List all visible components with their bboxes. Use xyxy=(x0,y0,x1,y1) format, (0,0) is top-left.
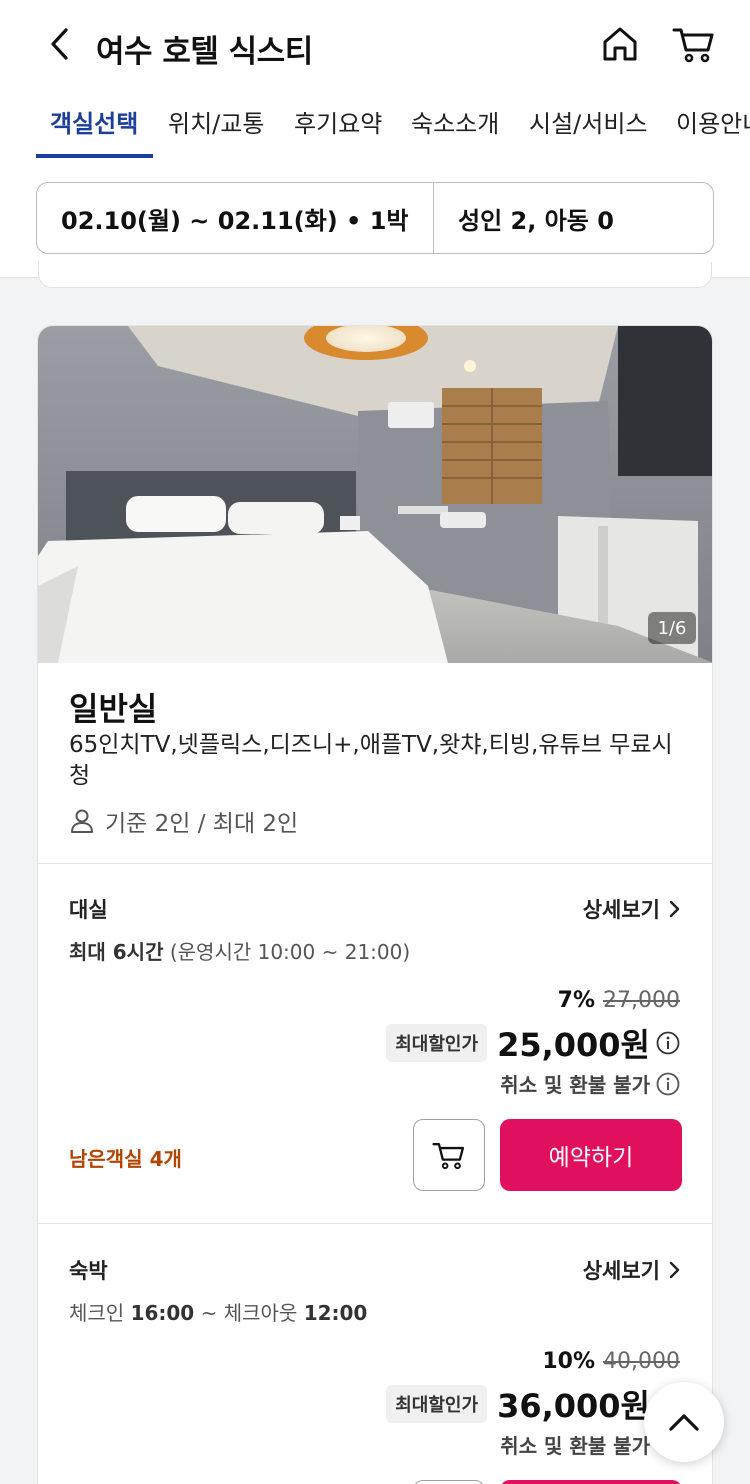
detail-label: 상세보기 xyxy=(582,898,660,922)
chevron-right-icon xyxy=(668,1261,680,1279)
tab-room-select[interactable]: 객실선택 xyxy=(50,104,138,160)
cart-icon xyxy=(672,28,714,63)
sale-price: 36,000원 xyxy=(497,1387,650,1425)
option-detail-link[interactable]: 상세보기 xyxy=(583,1255,680,1285)
refund-policy: 취소 및 환불 불가 xyxy=(500,1069,680,1098)
chevron-left-icon xyxy=(51,28,68,60)
checkout-label: 체크아웃 xyxy=(223,1301,298,1325)
divider xyxy=(38,1223,712,1224)
tab-review-summary[interactable]: 후기요약 xyxy=(294,104,382,160)
checkin-time: 16:00 xyxy=(130,1301,195,1325)
photo-counter: 1/6 xyxy=(648,612,696,644)
active-tab-indicator xyxy=(36,154,153,158)
reserve-button[interactable] xyxy=(500,1480,682,1484)
home-icon xyxy=(603,27,637,61)
time-suffix: (운영시간 10:00 ~ 21:00) xyxy=(169,940,411,964)
tab-introduction[interactable]: 숙소소개 xyxy=(411,104,499,160)
add-to-cart-button[interactable] xyxy=(413,1480,485,1484)
detail-label: 상세보기 xyxy=(582,1259,660,1283)
option-title: 숙박 xyxy=(69,1259,108,1283)
tab-usage-guide[interactable]: 이용안내 xyxy=(676,104,750,160)
cart-icon xyxy=(432,1143,465,1170)
price-discount-row: 10% 40,000 xyxy=(542,1349,680,1374)
guest-selector[interactable]: 성인 2, 아동 0 xyxy=(434,183,713,253)
max-discount-badge: 최대할인가 xyxy=(386,1385,488,1423)
option-time: 최대 6시간 (운영시간 10:00 ~ 21:00) xyxy=(69,936,410,965)
date-selector[interactable]: 02.10(월) ~ 02.11(화) • 1박 xyxy=(37,183,434,253)
refund-text: 취소 및 환불 불가 xyxy=(500,1434,650,1458)
search-conditions: 02.10(월) ~ 02.11(화) • 1박 성인 2, 아동 0 xyxy=(36,182,714,254)
price-discount-row: 7% 27,000 xyxy=(558,988,680,1013)
room-card: 1/6 일반실 65인치TV,넷플릭스,디즈니+,애플TV,왓챠,티빙,유튜브 … xyxy=(37,325,713,1484)
scroll-to-top-button[interactable] xyxy=(644,1382,724,1462)
time-prefix: 최대 6시간 xyxy=(69,940,164,964)
page-title: 여수 호텔 식스티 xyxy=(96,34,313,70)
capacity-text: 기준 2인 / 최대 2인 xyxy=(105,811,299,837)
tab-facilities[interactable]: 시설/서비스 xyxy=(529,104,648,160)
tilde: ~ xyxy=(200,1301,224,1325)
tab-location[interactable]: 위치/교통 xyxy=(168,104,264,160)
top-header: 여수 호텔 식스티 객실선택 위치/교통 후기요약 숙소소개 시설/서비스 이용… xyxy=(0,0,750,278)
previous-card-edge xyxy=(38,262,712,288)
home-button[interactable] xyxy=(596,20,644,68)
room-photo[interactable]: 1/6 xyxy=(38,326,712,663)
max-discount-badge: 최대할인가 xyxy=(386,1024,488,1062)
option-title: 대실 xyxy=(69,898,108,922)
sale-price: 25,000원 xyxy=(497,1026,650,1064)
checkin-label: 체크인 xyxy=(69,1301,125,1325)
tab-bar: 객실선택 위치/교통 후기요약 숙소소개 시설/서비스 이용안내 xyxy=(0,104,750,160)
sale-price-row: 최대할인가 36,000원 xyxy=(386,1381,680,1427)
person-icon xyxy=(69,808,95,834)
add-to-cart-button[interactable] xyxy=(413,1119,485,1191)
info-icon[interactable] xyxy=(656,1031,680,1055)
chevron-right-icon xyxy=(668,900,680,918)
original-price: 27,000 xyxy=(603,988,680,1013)
room-name: 일반실 xyxy=(69,690,158,728)
room-description: 65인치TV,넷플릭스,디즈니+,애플TV,왓챠,티빙,유튜브 무료시청 xyxy=(69,732,673,789)
room-capacity: 기준 2인 / 최대 2인 xyxy=(69,804,298,838)
sale-price-row: 최대할인가 25,000원 xyxy=(386,1020,680,1066)
original-price: 40,000 xyxy=(603,1349,680,1374)
back-button[interactable] xyxy=(38,22,82,66)
chevron-up-icon xyxy=(669,1414,699,1431)
refund-text: 취소 및 환불 불가 xyxy=(500,1073,650,1097)
remaining-rooms: 남은객실 4개 xyxy=(69,1147,182,1171)
option-detail-link[interactable]: 상세보기 xyxy=(583,894,680,924)
reserve-button[interactable]: 예약하기 xyxy=(500,1119,682,1191)
info-icon[interactable] xyxy=(656,1072,680,1096)
discount-rate: 10% xyxy=(542,1349,596,1374)
cart-button[interactable] xyxy=(668,20,720,68)
option-time: 체크인 16:00 ~ 체크아웃 12:00 xyxy=(69,1297,367,1326)
divider xyxy=(38,863,712,864)
discount-rate: 7% xyxy=(557,988,596,1013)
checkout-time: 12:00 xyxy=(303,1301,368,1325)
